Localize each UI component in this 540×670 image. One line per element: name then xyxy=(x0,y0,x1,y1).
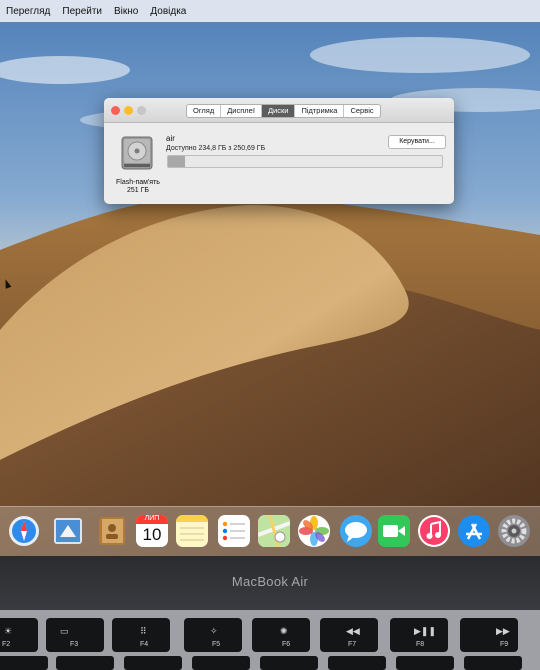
about-this-mac-window: Огляд Дисплеї Диски Підтримка Сервіс Fla… xyxy=(104,98,454,204)
storage-usage-fill xyxy=(168,156,186,167)
number-key-row xyxy=(0,656,540,670)
music-icon[interactable] xyxy=(418,515,450,547)
key-label-f3: F3 xyxy=(70,641,79,648)
app-store-icon[interactable] xyxy=(458,515,490,547)
key-label-f7: F7 xyxy=(348,641,357,648)
key-6 xyxy=(328,656,386,670)
calendar-day: 10 xyxy=(142,525,162,544)
zoom-button[interactable] xyxy=(137,106,146,115)
disk-type-label: Flash-пам'ять xyxy=(116,179,160,186)
hard-drive-icon xyxy=(121,136,153,170)
key-label-f8: F8 xyxy=(416,641,425,648)
minimize-button[interactable] xyxy=(124,106,133,115)
reminders-icon[interactable] xyxy=(218,515,250,547)
keyboard-light-down-icon: ✧ xyxy=(210,626,218,636)
key-4 xyxy=(192,656,250,670)
menu-window[interactable]: Вікно xyxy=(114,6,138,17)
manage-button[interactable]: Керувати... xyxy=(388,135,446,149)
close-button[interactable] xyxy=(111,106,120,115)
desert-wallpaper xyxy=(0,0,540,565)
menu-bar: Перегляд Перейти Вікно Довідка xyxy=(0,0,540,22)
volume-name: air xyxy=(166,134,175,143)
key-label-f4: F4 xyxy=(140,641,149,648)
key-2 xyxy=(56,656,114,670)
launchpad-icon: ⠿ xyxy=(140,626,147,636)
key-8 xyxy=(464,656,522,670)
tab-bar: Огляд Дисплеї Диски Підтримка Сервіс xyxy=(186,104,381,118)
dock: ЛИП 10 xyxy=(0,506,540,557)
tab-overview[interactable]: Огляд xyxy=(187,105,222,117)
tab-displays[interactable]: Дисплеї xyxy=(221,105,262,117)
disk-size-label: 251 ГБ xyxy=(126,187,149,194)
safari-icon[interactable] xyxy=(8,515,40,547)
menu-view[interactable]: Перегляд xyxy=(6,6,50,17)
rewind-icon: ◀◀ xyxy=(346,626,360,636)
desktop-screen: Перегляд Перейти Вікно Довідка Огляд Дис… xyxy=(0,0,540,565)
key-7 xyxy=(396,656,454,670)
mission-control-icon: ▭ xyxy=(60,626,69,636)
key-5 xyxy=(260,656,318,670)
volume-available: Доступно 234,8 ГБ з 250,69 ГБ xyxy=(166,145,266,152)
tab-service[interactable]: Сервіс xyxy=(344,105,379,117)
window-titlebar: Огляд Дисплеї Диски Підтримка Сервіс xyxy=(104,98,454,123)
calendar-icon[interactable]: ЛИП 10 xyxy=(136,515,168,547)
menu-go[interactable]: Перейти xyxy=(62,6,102,17)
key-label-f2: F2 xyxy=(2,641,11,648)
brightness-up-icon: ☀ xyxy=(4,626,13,636)
keyboard-light-up-icon: ✺ xyxy=(280,626,288,636)
play-pause-icon: ▶❚❚ xyxy=(414,626,437,636)
menu-help[interactable]: Довідка xyxy=(150,6,186,17)
mail-icon[interactable] xyxy=(52,515,84,547)
key-label-f9: F9 xyxy=(500,641,509,648)
notes-icon[interactable] xyxy=(176,515,208,547)
fast-forward-icon: ▶▶ xyxy=(496,626,510,636)
system-preferences-icon[interactable] xyxy=(498,515,530,547)
key-3 xyxy=(124,656,182,670)
messages-icon[interactable] xyxy=(340,515,372,547)
tab-storage[interactable]: Диски xyxy=(261,105,296,117)
key-label-f6: F6 xyxy=(282,641,291,648)
calendar-month: ЛИП xyxy=(144,515,160,522)
storage-usage-bar xyxy=(167,155,443,168)
key-label-f5: F5 xyxy=(212,641,221,648)
laptop-brand: MacBook Air xyxy=(231,574,309,589)
key-1 xyxy=(0,656,48,670)
photos-icon[interactable] xyxy=(298,515,330,547)
function-key-row xyxy=(0,618,540,654)
maps-icon[interactable] xyxy=(258,515,290,547)
tab-support[interactable]: Підтримка xyxy=(295,105,345,117)
contacts-icon[interactable] xyxy=(96,515,128,547)
facetime-icon[interactable] xyxy=(378,515,410,547)
